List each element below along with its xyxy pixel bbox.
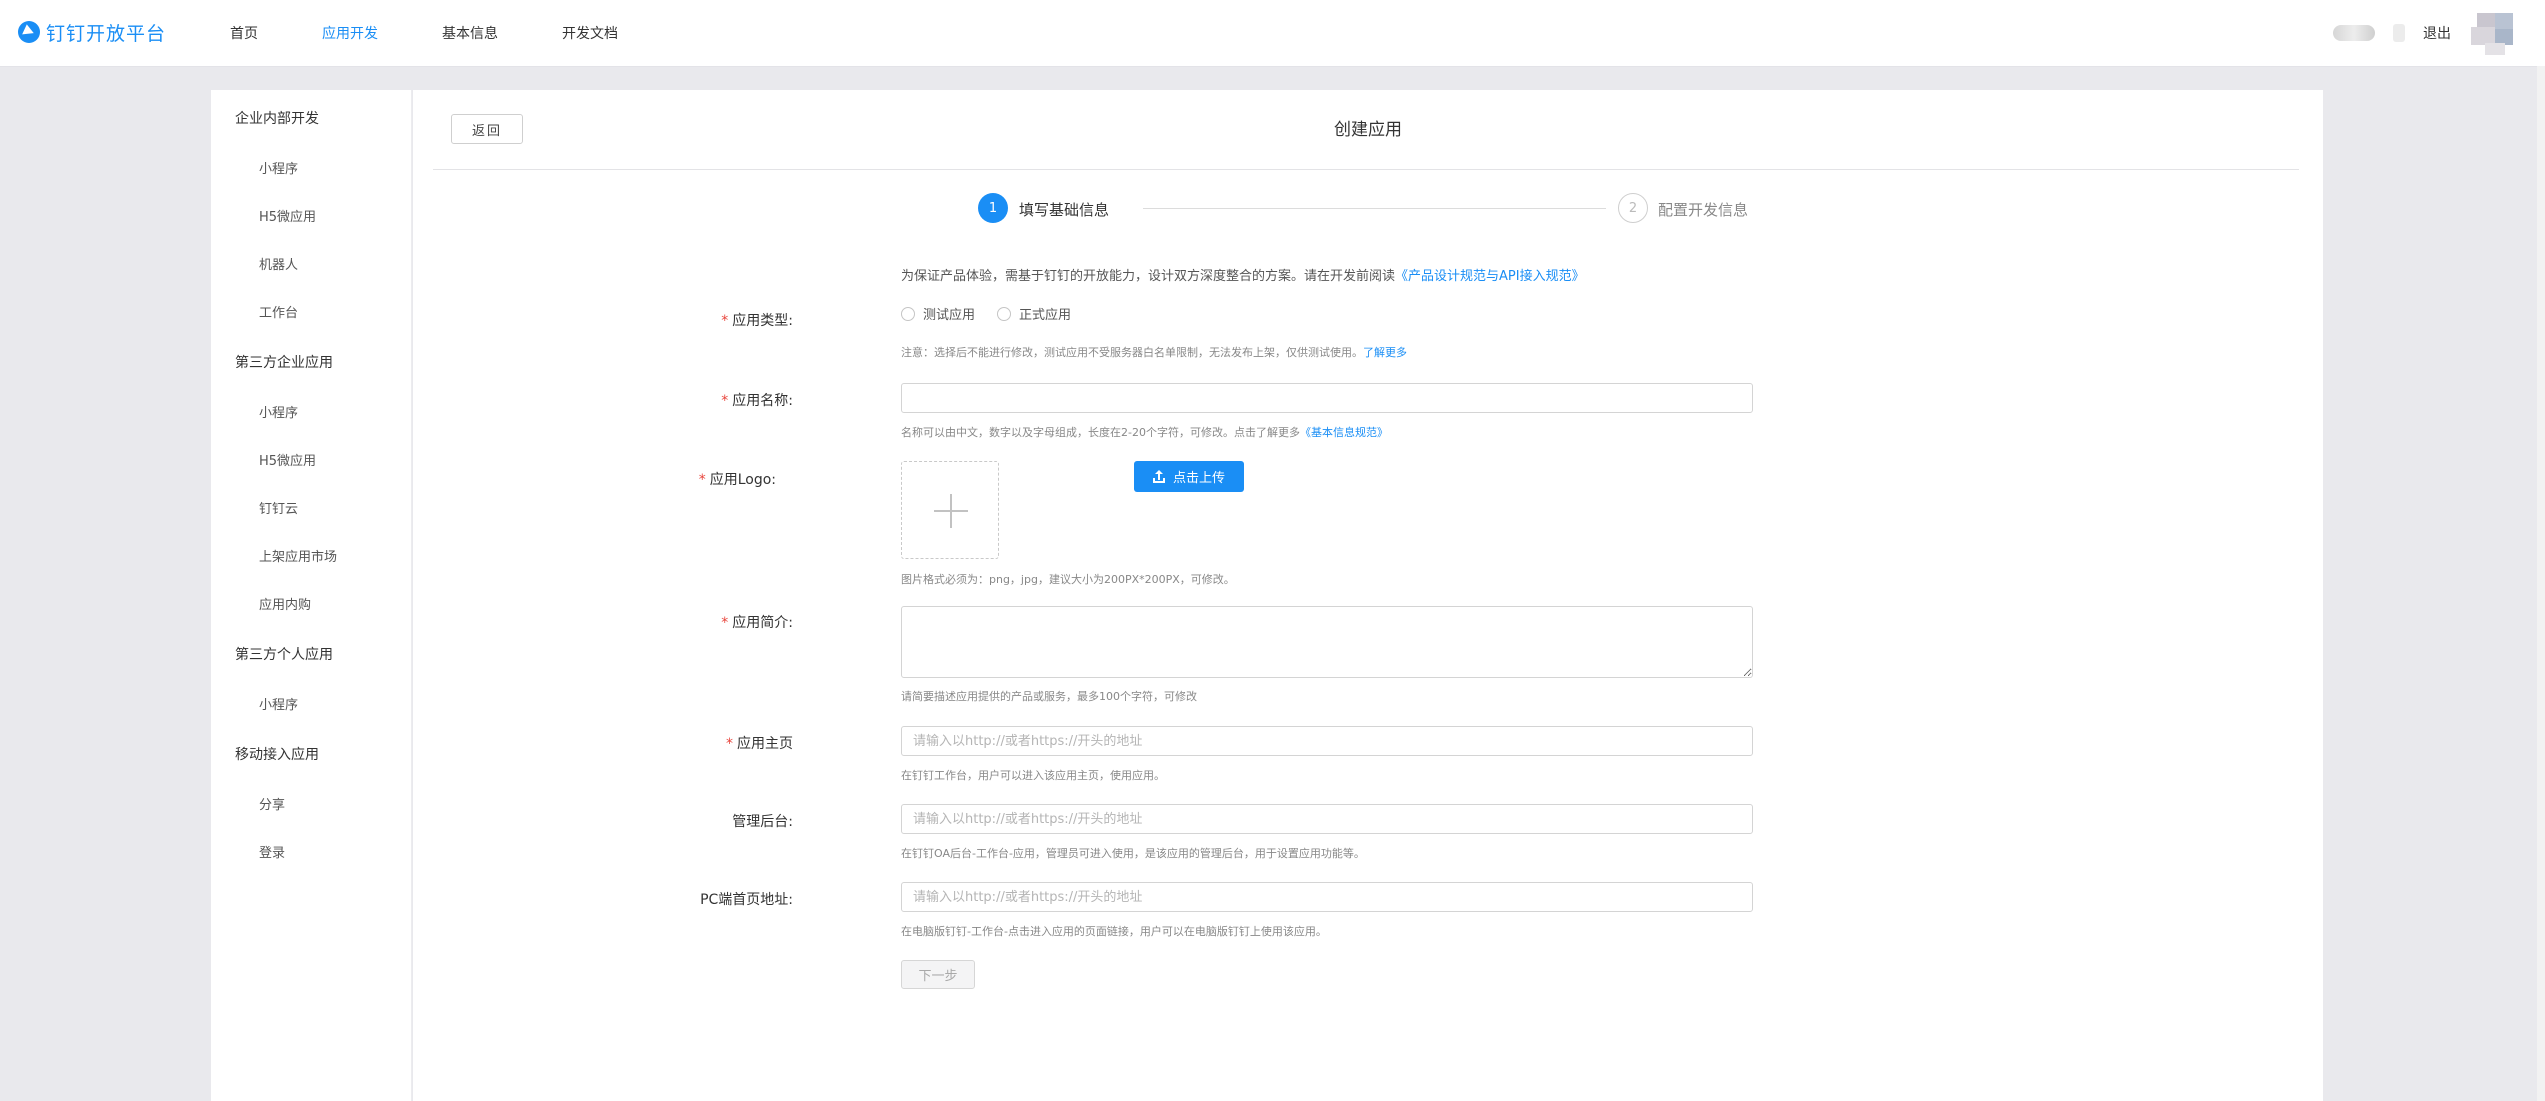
main-panel: 返回 创建应用 1 填写基础信息 2 配置开发信息 为保证产品体验，需基于钉钉的… [413, 90, 2323, 1101]
app-home-label: * 应用主页 [726, 736, 793, 752]
sidebar-group-third-party-enterprise: 第三方企业应用 [235, 355, 333, 371]
admin-backend-input[interactable] [901, 804, 1753, 834]
app-desc-label: * 应用简介: [721, 615, 793, 631]
blurred-org-name[interactable] [2333, 25, 2375, 41]
learn-more-link[interactable]: 了解更多 [1363, 346, 1407, 359]
app-home-hint: 在钉钉工作台，用户可以进入该应用主页，使用应用。 [901, 769, 1165, 782]
header-user-area: 退出 [2333, 13, 2515, 55]
sidebar-item-app-market[interactable]: 上架应用市场 [259, 546, 337, 565]
step-connector [1143, 208, 1606, 209]
sidebar-item-share[interactable]: 分享 [259, 794, 285, 813]
upload-button[interactable]: 点击上传 [1134, 461, 1244, 492]
step-1-label: 填写基础信息 [1019, 201, 1110, 219]
avatar[interactable] [2471, 13, 2515, 55]
basic-info-spec-link[interactable]: 《基本信息规范》 [1300, 426, 1388, 439]
title-divider [433, 169, 2299, 170]
app-name-input[interactable] [901, 383, 1753, 413]
sidebar-group-mobile-access: 移动接入应用 [235, 747, 319, 763]
nav-basic-info[interactable]: 基本信息 [442, 23, 498, 43]
step-2-label: 配置开发信息 [1658, 201, 1749, 219]
sidebar-item-personal-miniapp[interactable]: 小程序 [259, 694, 298, 713]
app-desc-textarea[interactable] [901, 606, 1753, 678]
sidebar-item-tp-miniapp[interactable]: 小程序 [259, 402, 298, 421]
logout-link[interactable]: 退出 [2423, 23, 2451, 43]
step-1-indicator: 1 [978, 193, 1008, 223]
sidebar-group-third-party-personal: 第三方个人应用 [235, 647, 333, 663]
next-step-button[interactable]: 下一步 [901, 960, 975, 989]
app-logo-hint: 图片格式必须为：png，jpg，建议大小为200PX*200PX，可修改。 [901, 573, 1235, 586]
top-header: 钉钉开放平台 首页 应用开发 基本信息 开发文档 退出 [0, 0, 2545, 67]
required-mark: * [726, 736, 733, 752]
sidebar-item-workbench[interactable]: 工作台 [259, 302, 298, 321]
logo[interactable]: 钉钉开放平台 [18, 18, 166, 46]
radio-test-app[interactable]: 测试应用 [901, 304, 975, 323]
required-mark: * [721, 615, 729, 631]
page-scrollbar[interactable] [2537, 66, 2545, 1101]
logo-text: 钉钉开放平台 [46, 22, 167, 45]
sidebar-group-internal: 企业内部开发 [235, 111, 319, 127]
app-type-radio-group: 测试应用 正式应用 [901, 304, 1093, 323]
intro-text: 为保证产品体验，需基于钉钉的开放能力，设计双方深度整合的方案。请在开发前阅读《产… [901, 265, 1585, 284]
pc-home-label: PC端首页地址: [700, 892, 793, 908]
sidebar: 企业内部开发 小程序 H5微应用 机器人 工作台 第三方企业应用 小程序 H5微… [211, 90, 412, 1101]
blurred-divider [2393, 24, 2405, 42]
sidebar-item-internal-h5[interactable]: H5微应用 [259, 206, 316, 225]
sidebar-item-in-app-purchase[interactable]: 应用内购 [259, 594, 311, 613]
required-mark: * [721, 393, 729, 409]
pc-home-hint: 在电脑版钉钉-工作台-点击进入应用的页面链接，用户可以在电脑版钉钉上使用该应用。 [901, 925, 1327, 938]
app-type-label: * 应用类型: [721, 313, 793, 329]
admin-backend-hint: 在钉钉OA后台-工作台-应用，管理员可进入使用，是该应用的管理后台，用于设置应用… [901, 847, 1365, 860]
pc-home-input[interactable] [901, 882, 1753, 912]
nav-app-dev[interactable]: 应用开发 [322, 23, 378, 43]
sidebar-item-internal-miniapp[interactable]: 小程序 [259, 158, 298, 177]
app-name-label: * 应用名称: [721, 393, 793, 409]
sidebar-item-robot[interactable]: 机器人 [259, 254, 298, 273]
nav-home[interactable]: 首页 [230, 23, 258, 43]
app-logo-label: * 应用Logo: [698, 472, 776, 488]
page-title: 创建应用 [1334, 120, 1402, 140]
radio-circle-icon[interactable] [901, 306, 915, 321]
upload-icon [1152, 469, 1165, 483]
app-name-hint: 名称可以由中文，数字以及字母组成，长度在2-20个字符，可修改。点击了解更多《基… [901, 426, 1388, 439]
app-desc-hint: 请简要描述应用提供的产品或服务，最多100个字符，可修改 [901, 690, 1197, 703]
sidebar-item-login[interactable]: 登录 [259, 842, 285, 861]
required-mark: * [721, 313, 729, 329]
admin-backend-label: 管理后台: [732, 814, 793, 830]
required-mark: * [698, 472, 706, 488]
radio-official-app[interactable]: 正式应用 [997, 304, 1071, 323]
app-home-input[interactable] [901, 726, 1753, 756]
design-spec-link[interactable]: 《产品设计规范与API接入规范》 [1395, 269, 1585, 284]
dingtalk-logo-icon [18, 21, 40, 43]
intro-body: 为保证产品体验，需基于钉钉的开放能力，设计双方深度整合的方案。请在开发前阅读 [901, 269, 1396, 284]
sidebar-item-tp-h5[interactable]: H5微应用 [259, 450, 316, 469]
app-type-hint: 注意：选择后不能进行修改，测试应用不受服务器白名单限制，无法发布上架，仅供测试使… [901, 346, 1407, 359]
sidebar-item-dingtalk-cloud[interactable]: 钉钉云 [259, 498, 298, 517]
radio-circle-icon[interactable] [997, 306, 1012, 321]
top-nav: 首页 应用开发 基本信息 开发文档 [230, 0, 682, 66]
nav-dev-docs[interactable]: 开发文档 [562, 23, 618, 43]
step-2-indicator: 2 [1618, 193, 1648, 223]
logo-upload-area[interactable] [901, 461, 999, 559]
